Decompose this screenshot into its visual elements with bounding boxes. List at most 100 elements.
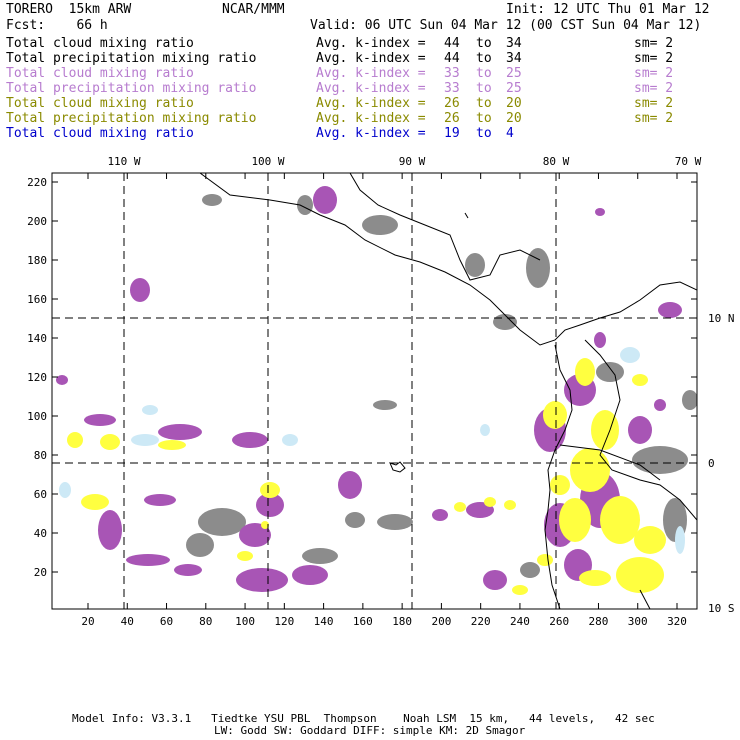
purple-cloud-area xyxy=(174,564,202,576)
purple-cloud-area xyxy=(144,494,176,506)
x-tick-label: 280 xyxy=(589,615,609,628)
purple-cloud-area xyxy=(338,471,362,499)
yellow-cloud-area xyxy=(550,475,570,495)
yellow-cloud-area xyxy=(454,502,466,512)
y-tick-label: 180 xyxy=(27,254,47,267)
x-tick-label: 100 xyxy=(235,615,255,628)
y-tick-label: 120 xyxy=(27,371,47,384)
gray-cloud-area xyxy=(596,362,624,382)
model-info-line2: LW: Godd SW: Goddard DIFF: simple KM: 2D… xyxy=(214,724,526,737)
ocean-background xyxy=(52,173,697,609)
lightblue-cloud-area xyxy=(480,424,490,436)
gray-cloud-area xyxy=(520,562,540,578)
yellow-cloud-area xyxy=(559,498,591,542)
x-tick-label: 40 xyxy=(121,615,134,628)
purple-cloud-area xyxy=(130,278,150,302)
lightblue-cloud-area xyxy=(142,405,158,415)
yellow-cloud-area xyxy=(634,526,666,554)
yellow-cloud-area xyxy=(504,500,516,510)
map-figure: 220 200 180 160 140 120 100 80 60 40 20 20 40 60 80 10… xyxy=(27,155,735,628)
x-tick-label: 200 xyxy=(431,615,451,628)
lightblue-cloud-area xyxy=(620,347,640,363)
map-plot-area xyxy=(52,173,697,609)
gray-cloud-area xyxy=(526,248,550,288)
gray-cloud-area xyxy=(377,514,413,530)
x-tick-label: 140 xyxy=(314,615,334,628)
yellow-cloud-area xyxy=(570,448,610,492)
y-tick-label: 60 xyxy=(34,488,47,501)
yellow-cloud-area xyxy=(158,440,186,450)
gray-cloud-area xyxy=(362,215,398,235)
yellow-cloud-area xyxy=(632,374,648,386)
longitude-labels: 110 W 100 W 90 W 80 W 70 W xyxy=(107,155,701,168)
y-tick-label: 220 xyxy=(27,176,47,189)
longitude-label: 70 W xyxy=(675,155,702,168)
lightblue-cloud-area xyxy=(282,434,298,446)
latitude-label: 0 xyxy=(708,457,715,470)
yellow-cloud-area xyxy=(100,434,120,450)
x-tick-label: 180 xyxy=(392,615,412,628)
purple-cloud-area xyxy=(483,570,507,590)
yellow-cloud-area xyxy=(579,570,611,586)
gray-cloud-area xyxy=(345,512,365,528)
y-tick-label: 40 xyxy=(34,527,47,540)
x-tick-label: 320 xyxy=(667,615,687,628)
yellow-cloud-area xyxy=(512,585,528,595)
yellow-cloud-area xyxy=(600,496,640,544)
latitude-label: 10 S xyxy=(708,602,735,615)
y-tick-label: 80 xyxy=(34,449,47,462)
purple-cloud-area xyxy=(236,568,288,592)
gray-cloud-area xyxy=(302,548,338,564)
lightblue-cloud-area xyxy=(131,434,159,446)
gray-cloud-area xyxy=(198,508,246,536)
y-tick-label: 140 xyxy=(27,332,47,345)
x-tick-label: 20 xyxy=(81,615,94,628)
purple-cloud-area xyxy=(84,414,116,426)
gray-cloud-area xyxy=(493,314,517,330)
x-tick-label: 60 xyxy=(160,615,173,628)
yellow-cloud-area xyxy=(575,358,595,386)
yellow-cloud-area xyxy=(260,482,280,498)
purple-cloud-area xyxy=(158,424,202,440)
longitude-label: 100 W xyxy=(251,155,284,168)
y-tick-label: 200 xyxy=(27,215,47,228)
x-tick-label: 240 xyxy=(510,615,530,628)
purple-cloud-area xyxy=(126,554,170,566)
gray-cloud-area xyxy=(682,390,697,410)
x-tick-label: 260 xyxy=(549,615,569,628)
gray-cloud-area xyxy=(373,400,397,410)
purple-cloud-area xyxy=(98,510,122,550)
latitude-label: 10 N xyxy=(708,312,735,325)
yellow-cloud-area xyxy=(537,554,553,566)
purple-cloud-area xyxy=(432,509,448,521)
x-tick-label: 220 xyxy=(471,615,491,628)
purple-cloud-area xyxy=(594,332,606,348)
yellow-cloud-area xyxy=(237,551,253,561)
yellow-cloud-area xyxy=(543,401,567,429)
purple-cloud-area xyxy=(313,186,337,214)
yellow-cloud-area xyxy=(484,497,496,507)
longitude-label: 80 W xyxy=(543,155,570,168)
purple-cloud-area xyxy=(658,302,682,318)
y-tick-label: 100 xyxy=(27,410,47,423)
longitude-label: 90 W xyxy=(399,155,426,168)
x-tick-label: 300 xyxy=(628,615,648,628)
yellow-cloud-area xyxy=(67,432,83,448)
purple-cloud-area xyxy=(292,565,328,585)
gray-cloud-area xyxy=(186,533,214,557)
lightblue-cloud-area xyxy=(675,526,685,554)
yellow-cloud-area xyxy=(81,494,109,510)
gray-cloud-area xyxy=(202,194,222,206)
y-tick-label: 20 xyxy=(34,566,47,579)
purple-cloud-area xyxy=(232,432,268,448)
purple-cloud-area xyxy=(654,399,666,411)
gray-cloud-area xyxy=(632,446,688,474)
x-tick-label: 120 xyxy=(274,615,294,628)
latitude-labels: 10 N 0 10 S xyxy=(708,312,735,615)
longitude-label: 110 W xyxy=(107,155,140,168)
x-tick-label: 160 xyxy=(353,615,373,628)
purple-cloud-area xyxy=(628,416,652,444)
y-tick-label: 160 xyxy=(27,293,47,306)
gray-cloud-area xyxy=(465,253,485,277)
lightblue-cloud-area xyxy=(59,482,71,498)
